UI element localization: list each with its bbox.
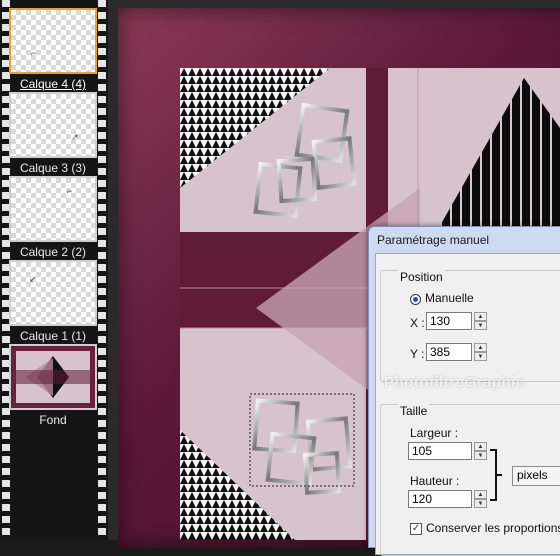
height-label: Hauteur : xyxy=(410,474,460,488)
fond-preview-image xyxy=(11,346,95,408)
layer-item-calque-1[interactable]: ↙ Calque 1 (1) xyxy=(8,260,98,343)
layer-thumbnail: ⌐ xyxy=(9,8,97,74)
layer-label: Calque 2 (2) xyxy=(19,245,87,259)
unit-select[interactable]: pixels xyxy=(512,466,560,486)
x-input[interactable] xyxy=(426,312,472,330)
manual-position-label: Manuelle xyxy=(425,291,474,305)
y-label: Y : xyxy=(410,347,425,361)
position-group-label: Position xyxy=(398,270,445,284)
layer-item-calque-2[interactable]: ⌐ Calque 2 (2) xyxy=(8,176,98,259)
dialog-title: Paramétrage manuel xyxy=(377,233,490,247)
layer-label: Calque 3 (3) xyxy=(19,161,87,175)
layer-item-fond[interactable]: Fond xyxy=(8,344,98,427)
watermark-text: PhotofiltreGraphic xyxy=(384,374,525,391)
y-decrement-arrow[interactable]: ▼ xyxy=(474,352,487,361)
height-increment-arrow[interactable]: ▲ xyxy=(474,490,487,499)
width-input[interactable] xyxy=(408,442,472,460)
layer-thumbnail-fond xyxy=(9,344,97,410)
layer-item-calque-4[interactable]: ⌐ Calque 4 (4) xyxy=(8,8,98,91)
film-sprocket-right xyxy=(98,0,106,540)
layers-panel: ⌐ Calque 4 (4) ↗ Calque 3 (3) ⌐ Calque 2… xyxy=(0,0,108,540)
width-increment-arrow[interactable]: ▲ xyxy=(474,442,487,451)
height-decrement-arrow[interactable]: ▼ xyxy=(474,499,487,508)
layer-item-calque-3[interactable]: ↗ Calque 3 (3) xyxy=(8,92,98,175)
unit-select-value: pixels xyxy=(517,468,548,482)
layer-thumbnail: ⌐ xyxy=(9,176,97,242)
layer-thumbnail: ↙ xyxy=(9,260,97,326)
width-label: Largeur : xyxy=(410,426,459,440)
x-label: X : xyxy=(410,316,425,330)
width-decrement-arrow[interactable]: ▼ xyxy=(474,451,487,460)
manual-position-radio[interactable] xyxy=(410,294,421,305)
layer-label: Calque 1 (1) xyxy=(19,329,87,343)
keep-ratio-label: Conserver les proportions xyxy=(426,521,560,535)
layer-thumbnail: ↗ xyxy=(9,92,97,158)
height-input[interactable] xyxy=(408,490,472,508)
keep-ratio-checkbox[interactable]: ✓ xyxy=(410,523,422,535)
dialog-body: Position Manuelle X : ▲ ▼ Y : ▲ ▼ Taille… xyxy=(375,253,560,556)
x-increment-arrow[interactable]: ▲ xyxy=(474,312,487,321)
y-increment-arrow[interactable]: ▲ xyxy=(474,343,487,352)
x-decrement-arrow[interactable]: ▼ xyxy=(474,321,487,330)
y-input[interactable] xyxy=(426,343,472,361)
size-group-label: Taille xyxy=(398,404,430,418)
layer-label: Fond xyxy=(39,413,67,427)
link-bracket-icon xyxy=(490,449,502,501)
layer-label: Calque 4 (4) xyxy=(19,77,87,91)
